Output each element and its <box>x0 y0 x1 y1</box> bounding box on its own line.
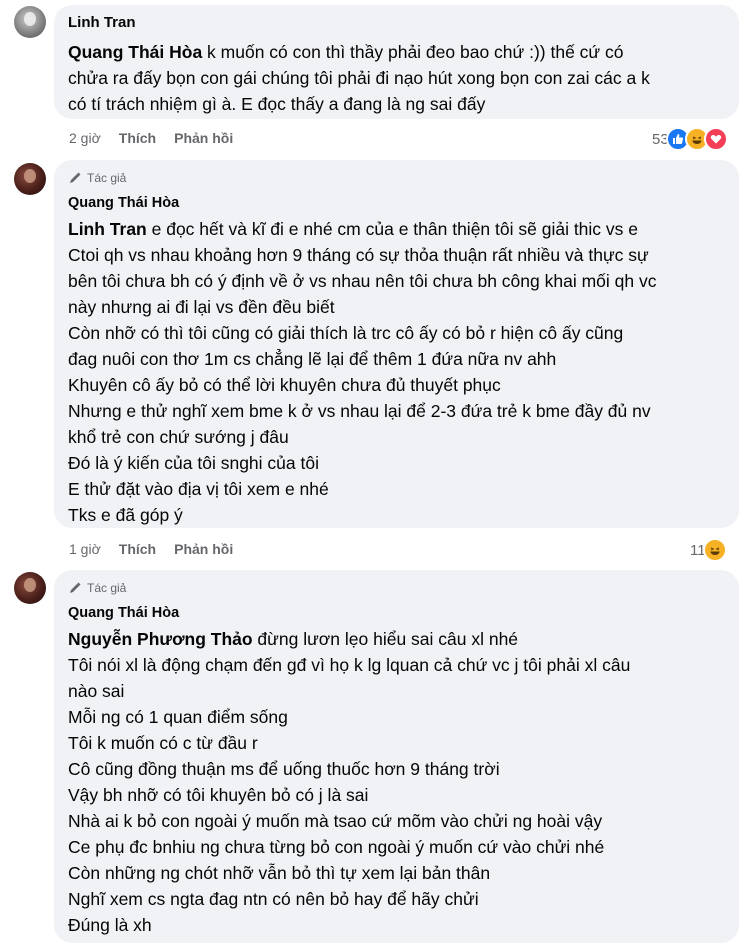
comment-author[interactable]: Linh Tran <box>68 13 727 33</box>
like-button[interactable]: Thích <box>119 130 156 146</box>
comment-author[interactable]: Quang Thái Hòa <box>68 193 727 213</box>
comment-author[interactable]: Quang Thái Hòa <box>68 603 727 623</box>
pen-icon <box>70 172 81 183</box>
mention-link[interactable]: Linh Tran <box>68 219 147 239</box>
comment-time[interactable]: 1 giờ <box>69 541 101 557</box>
avatar[interactable] <box>14 6 46 38</box>
reaction-summary[interactable]: 11 <box>690 538 727 562</box>
like-button[interactable]: Thích <box>119 541 156 557</box>
comment-text: Nguyễn Phương Thảo đừng lươn lẹo hiểu sa… <box>68 629 631 935</box>
comment-actions: 2 giờ Thích Phản hồi <box>69 130 233 146</box>
comment-actions: 1 giờ Thích Phản hồi <box>69 541 233 557</box>
haha-reaction-icon <box>702 538 727 562</box>
comment-bubble: Tác giả Quang Thái Hòa Nguyễn Phương Thả… <box>54 570 739 943</box>
comment-bubble: Linh Tran Quang Thái Hòa k muốn có con t… <box>54 5 739 119</box>
author-badge: Tác giả <box>68 170 727 186</box>
comment-text: Linh Tran e đọc hết và kĩ đi e nhé cm củ… <box>68 219 657 525</box>
reply-button[interactable]: Phản hồi <box>174 541 233 557</box>
mention-link[interactable]: Nguyễn Phương Thảo <box>68 629 253 649</box>
reply-button[interactable]: Phản hồi <box>174 130 233 146</box>
comment-time[interactable]: 2 giờ <box>69 130 101 146</box>
mention-link[interactable]: Quang Thái Hòa <box>68 42 202 62</box>
avatar[interactable] <box>14 572 46 604</box>
pen-icon <box>70 582 81 593</box>
author-badge: Tác giả <box>68 580 727 596</box>
comment-text: Quang Thái Hòa k muốn có con thì thầy ph… <box>68 42 650 114</box>
comment-bubble: Tác giả Quang Thái Hòa Linh Tran e đọc h… <box>54 160 739 528</box>
love-reaction-icon <box>703 127 728 151</box>
avatar[interactable] <box>14 163 46 195</box>
reaction-summary[interactable]: 53 <box>652 127 728 151</box>
